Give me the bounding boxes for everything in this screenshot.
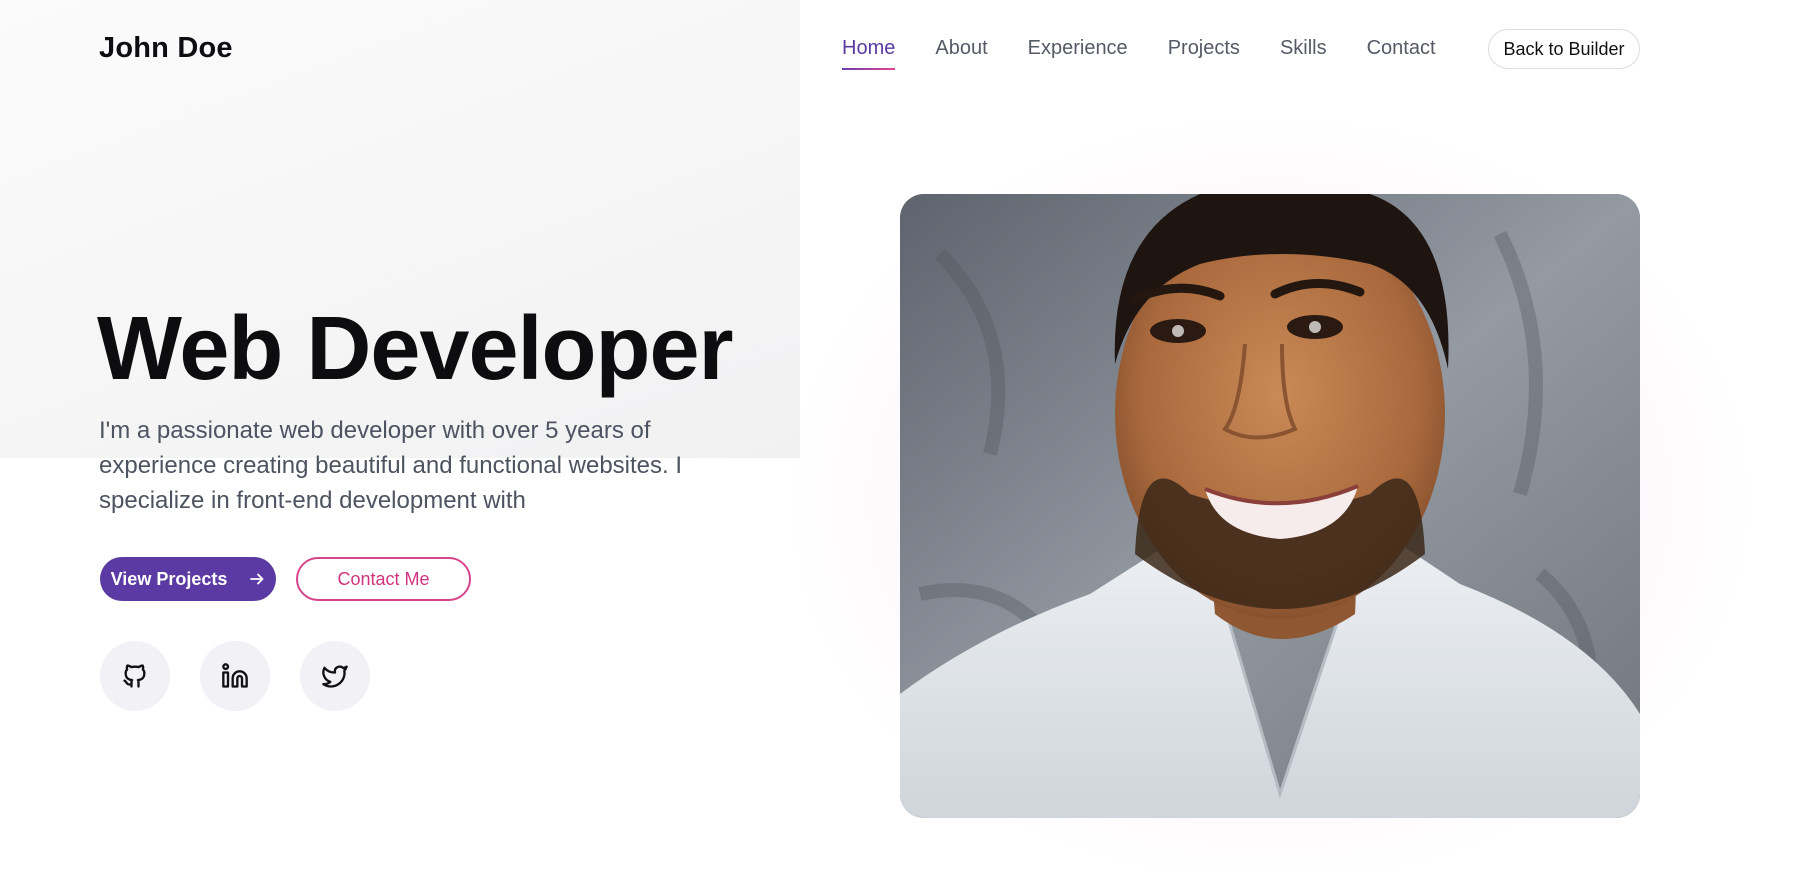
nav-contact[interactable]: Contact [1367, 37, 1436, 70]
nav-experience[interactable]: Experience [1028, 37, 1128, 70]
github-link[interactable] [100, 641, 170, 711]
view-projects-button[interactable]: View Projects [100, 557, 276, 601]
view-projects-label: View Projects [110, 568, 228, 589]
brand-logo[interactable]: John Doe [99, 32, 233, 65]
main-nav: Home About Experience Projects Skills Co… [842, 37, 1436, 70]
linkedin-link[interactable] [200, 641, 270, 711]
contact-me-button[interactable]: Contact Me [296, 557, 471, 601]
social-links [100, 641, 370, 711]
nav-about[interactable]: About [935, 37, 987, 70]
portrait-illustration [900, 194, 1640, 818]
hero-description: I'm a passionate web developer with over… [99, 417, 683, 514]
nav-skills[interactable]: Skills [1280, 37, 1327, 70]
linkedin-icon [222, 663, 248, 688]
twitter-icon [322, 665, 348, 688]
nav-projects[interactable]: Projects [1168, 37, 1240, 70]
profile-photo [900, 194, 1640, 818]
github-icon [123, 664, 146, 688]
twitter-link[interactable] [300, 641, 370, 711]
hero-title: Web Developer [97, 299, 734, 399]
arrow-right-icon [250, 573, 264, 585]
nav-home[interactable]: Home [842, 37, 896, 70]
site-header: John Doe Home About Experience Projects … [0, 0, 1810, 100]
back-to-builder-button[interactable]: Back to Builder [1488, 29, 1640, 69]
